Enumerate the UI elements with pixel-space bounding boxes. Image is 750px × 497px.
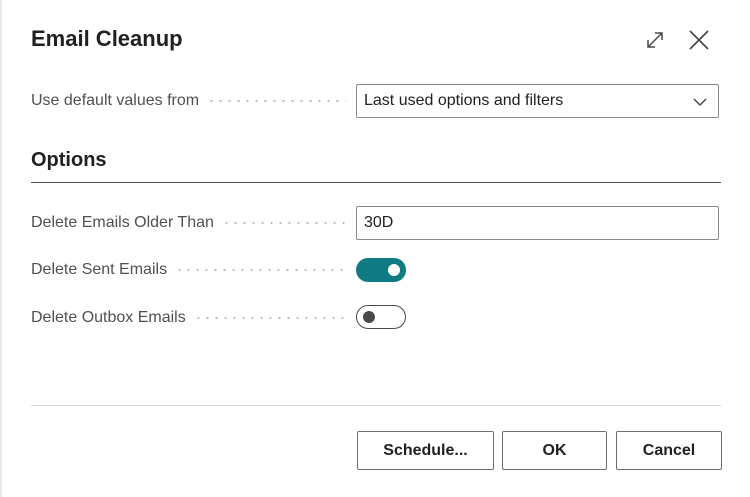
defaults-label: Use default values from	[31, 92, 200, 109]
leader-dots	[193, 317, 346, 319]
outbox-emails-toggle[interactable]	[356, 305, 406, 329]
chevron-down-icon	[692, 94, 708, 115]
footer-divider	[31, 405, 721, 406]
sent-emails-label-wrap: Delete Sent Emails	[31, 261, 356, 279]
outbox-emails-label-wrap: Delete Outbox Emails	[31, 309, 356, 327]
section-divider	[31, 182, 721, 183]
defaults-select[interactable]: Last used options and filters	[356, 84, 719, 118]
older-than-label: Delete Emails Older Than	[31, 214, 214, 231]
close-icon[interactable]	[684, 25, 714, 55]
dialog-title: Email Cleanup	[31, 26, 183, 51]
expand-icon[interactable]	[640, 25, 670, 55]
defaults-select-value: Last used options and filters	[364, 92, 564, 109]
defaults-label-wrap: Use default values from	[31, 92, 356, 110]
leader-dots	[221, 222, 346, 224]
cancel-button[interactable]: Cancel	[616, 431, 722, 470]
sent-emails-label: Delete Sent Emails	[31, 261, 168, 278]
toggle-knob	[388, 264, 400, 276]
older-than-value: 30D	[364, 214, 394, 231]
schedule-button[interactable]: Schedule...	[357, 431, 494, 470]
outbox-emails-label: Delete Outbox Emails	[31, 309, 186, 326]
window-edge	[0, 0, 2, 497]
email-cleanup-dialog: Email Cleanup Use default values from La…	[0, 0, 750, 497]
older-than-label-wrap: Delete Emails Older Than	[31, 214, 356, 232]
options-section-title: Options	[31, 149, 107, 171]
toggle-knob	[363, 311, 375, 323]
older-than-input[interactable]: 30D	[356, 206, 719, 240]
title-actions	[640, 25, 714, 55]
leader-dots	[207, 100, 346, 102]
leader-dots	[175, 269, 346, 271]
ok-button[interactable]: OK	[502, 431, 607, 470]
sent-emails-toggle[interactable]	[356, 258, 406, 282]
